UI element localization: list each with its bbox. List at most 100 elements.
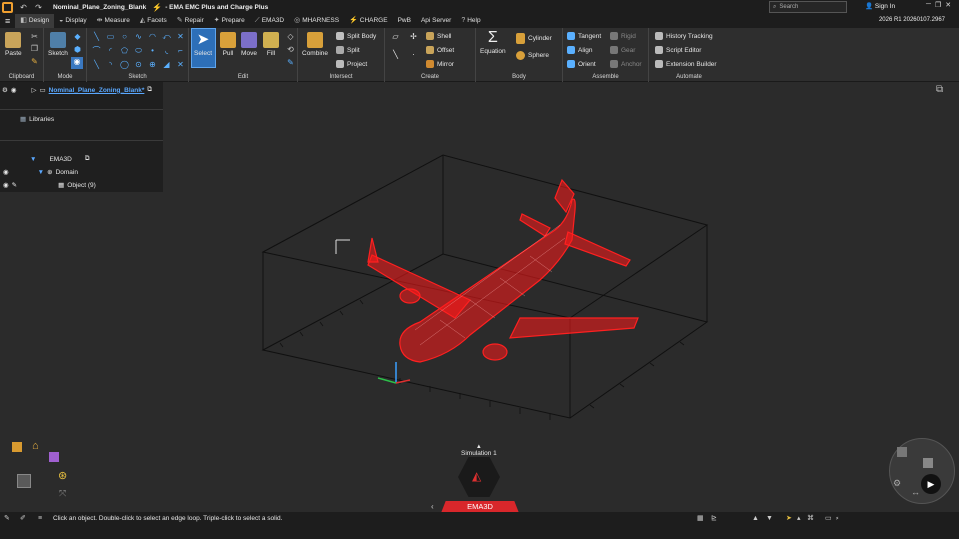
target-icon[interactable]: ⊛ (58, 469, 67, 482)
sign-in-button[interactable]: 👤 Sign In (865, 2, 895, 10)
paste-button[interactable]: Paste (5, 32, 22, 57)
root-label[interactable]: Nominal_Plane_Zoning_Blank* (49, 87, 145, 94)
tangent-arc-icon[interactable]: ◜ (106, 46, 115, 55)
orient-button[interactable]: Orient (567, 60, 596, 68)
triangle-down-icon[interactable]: ▼ (766, 515, 773, 522)
copy-icon[interactable]: ❐ (30, 44, 39, 53)
blend-icon[interactable]: ◇ (286, 32, 295, 41)
plane-icon[interactable]: ▱ (391, 32, 400, 41)
fill-button[interactable]: Fill (263, 32, 279, 57)
history-tracking-button[interactable]: History Tracking (655, 32, 713, 40)
tab-prepare[interactable]: ✦ Prepare (209, 14, 250, 28)
line-tool-icon[interactable]: ╲ (92, 32, 101, 41)
split-button[interactable]: Split (336, 46, 360, 54)
minimize-icon[interactable]: ─ (926, 1, 931, 9)
spin-icon[interactable]: ↔ (911, 487, 920, 497)
arc-tool-icon[interactable]: ◠ (148, 32, 157, 41)
zoom-icon[interactable]: ⚙ (893, 478, 901, 489)
project-curve-icon[interactable]: ⊕ (148, 60, 157, 69)
fit-icon[interactable]: ⤧ (59, 488, 66, 499)
edit-icon[interactable]: ✎ (12, 181, 17, 189)
sketch-tool-icon[interactable]: ✐ (20, 514, 26, 522)
bend-tool-icon[interactable]: ◢ (162, 60, 171, 69)
pull-button[interactable]: Pull (220, 32, 236, 57)
tree-item-domain[interactable]: ◉ ▼ ⊕ Domain (3, 168, 78, 177)
script-editor-button[interactable]: Script Editor (655, 46, 701, 54)
extension-builder-button[interactable]: Extension Builder (655, 60, 717, 68)
redo-icon[interactable]: ↷ (34, 3, 43, 12)
undo-icon[interactable]: ↶ (19, 3, 28, 12)
select-tool[interactable]: ➤ Select (194, 32, 212, 58)
collapse-icon[interactable]: ▼ (30, 156, 36, 163)
fillet-tool-icon[interactable]: ◟ (162, 46, 171, 55)
gear-button[interactable]: Gear (610, 46, 635, 54)
tab-api-server[interactable]: Api Server (416, 14, 456, 28)
caret-icon[interactable]: ▴ (797, 514, 801, 522)
tree-item-object[interactable]: ◉ ✎ ▦ Object (9) (3, 181, 96, 190)
cylinder-button[interactable]: Cylinder (516, 33, 552, 44)
point-icon[interactable]: · (409, 50, 418, 59)
offset-curve-icon[interactable]: ⊙ (134, 60, 143, 69)
sketch-button[interactable]: Sketch (48, 32, 68, 57)
section-mode-icon[interactable]: ◆ (73, 32, 82, 41)
shell-button[interactable]: Shell (426, 32, 451, 40)
ellipse-tool-icon[interactable]: ⬭ (134, 46, 143, 55)
visibility-icon[interactable]: ◉ (11, 86, 17, 94)
move-button[interactable]: Move (241, 32, 257, 57)
cursor-icon[interactable]: ⚡ (152, 3, 162, 12)
anchor-button[interactable]: Anchor (610, 60, 642, 68)
tab-design[interactable]: ◧ Design (15, 14, 55, 28)
tool-icon[interactable]: ✎ (4, 514, 10, 522)
selection-filter-icon[interactable]: ▦ (697, 514, 704, 522)
tab-mharness[interactable]: ◎ MHARNESS (289, 14, 344, 28)
snap-icon[interactable]: ⊵ (711, 514, 717, 522)
tab-display[interactable]: ◒ Display (54, 14, 92, 28)
cut-icon[interactable]: ✂ (30, 32, 39, 41)
equation-button[interactable]: Σ Equation (480, 30, 506, 56)
polyline-tool-icon[interactable]: ⌒ (92, 46, 101, 55)
circle-tool-icon[interactable]: ○ (120, 32, 129, 41)
cube-purple-icon[interactable] (49, 452, 59, 462)
tangent-button[interactable]: Tangent (567, 32, 601, 40)
tweak-icon[interactable]: ✎ (286, 58, 295, 67)
cube-orange-icon[interactable] (12, 442, 22, 452)
close-icon[interactable]: ✕ (945, 1, 951, 9)
axis-icon[interactable]: ╲ (391, 50, 400, 59)
view-cube-icon[interactable] (17, 474, 31, 488)
tab-ema3d[interactable]: ⟋ EMA3D (250, 14, 289, 28)
tab-help[interactable]: ? Help (456, 14, 485, 28)
cross-tool-icon[interactable]: ✕ (176, 32, 185, 41)
open-external-icon[interactable]: ⧉ (85, 155, 90, 163)
layers-icon[interactable]: ⧉ (936, 84, 943, 95)
menu-icon[interactable]: ≡ (0, 14, 15, 28)
origin-icon[interactable]: ✢ (409, 32, 418, 41)
sweep-arc-icon[interactable]: ◯ (120, 60, 129, 69)
replace-icon[interactable]: ⟲ (286, 45, 295, 54)
offset-button[interactable]: Offset (426, 46, 454, 54)
libraries-item[interactable]: ▦ Libraries (20, 115, 54, 124)
settings-icon[interactable]: ⚙ (2, 86, 8, 94)
tree-item-ema3d[interactable]: ▼ EMA3D ⧉ (30, 155, 90, 163)
corner-tool-icon[interactable]: ⌐ (176, 46, 185, 55)
3d-viewport[interactable] (163, 82, 959, 512)
play-button[interactable]: ▶ (921, 474, 941, 494)
3d-mode-icon[interactable]: ⬢ (73, 45, 82, 54)
tree-root[interactable]: ⚙ ◉ ▷ ▭ Nominal_Plane_Zoning_Blank* ⧉ (2, 86, 152, 94)
three-point-arc-icon[interactable]: ◝ (106, 60, 115, 69)
expand-icon[interactable]: ▷ (32, 86, 37, 94)
construction-line-icon[interactable]: ╲ (92, 60, 101, 69)
search-input[interactable]: ⌕ Search (769, 1, 847, 13)
simulation-label[interactable]: ▲ Simulation 1 (461, 444, 497, 457)
mirror-button[interactable]: Mirror (426, 60, 454, 68)
tab-pwb[interactable]: PwB (393, 14, 416, 28)
trim-tool-icon[interactable]: ⤺ (162, 32, 171, 41)
pan-icon[interactable] (923, 458, 933, 468)
spline-tool-icon[interactable]: ∿ (134, 32, 143, 41)
project-button[interactable]: Project (336, 60, 367, 68)
view-icon[interactable]: ⌘ (807, 514, 814, 522)
tab-facets[interactable]: ◭ Facets (135, 14, 172, 28)
tab-charge[interactable]: ⚡ CHARGE (344, 14, 393, 28)
align-button[interactable]: Align (567, 46, 592, 54)
rectangle-tool-icon[interactable]: ▭ (106, 32, 115, 41)
screen-icon[interactable]: ▭ (825, 514, 832, 522)
